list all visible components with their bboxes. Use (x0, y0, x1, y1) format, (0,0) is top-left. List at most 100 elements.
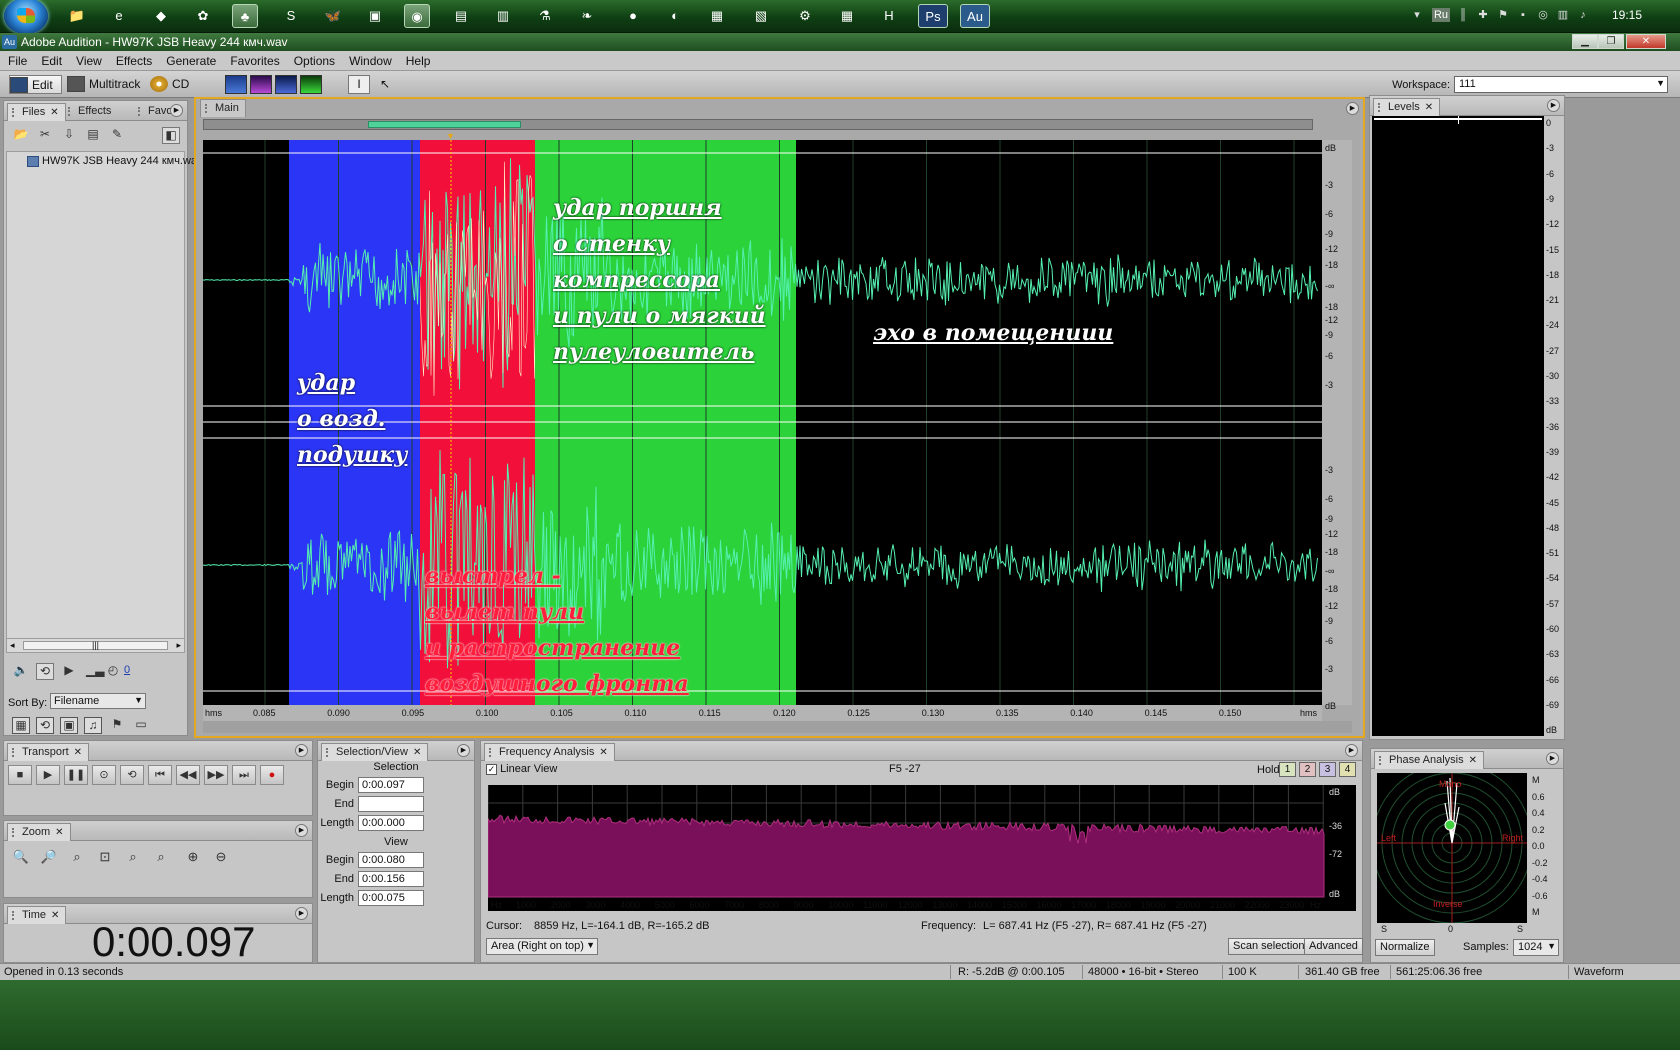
clock[interactable]: 19:15 (1612, 8, 1642, 22)
close-icon[interactable]: ✕ (599, 747, 607, 758)
panel-menu-icon[interactable]: ▶ (170, 104, 183, 117)
tab-frequency-analysis[interactable]: Frequency Analysis ✕ (484, 743, 615, 761)
zoom-left-edge-icon[interactable]: ⌕ (122, 847, 144, 867)
panel-menu-icon[interactable]: ▶ (295, 824, 308, 837)
waveform-display[interactable]: удар о возд. подушку выстрел - вылет пул… (203, 140, 1322, 705)
show-details-icon[interactable]: ◧ (162, 127, 180, 144)
ie-icon[interactable]: e (106, 4, 132, 28)
panel-menu-icon[interactable]: ▶ (1345, 744, 1358, 757)
hold-button-2[interactable]: 2 (1299, 762, 1316, 777)
play-from-cursor-button[interactable]: ⊙ (92, 765, 116, 785)
panel-menu-icon[interactable]: ▶ (1346, 102, 1359, 115)
scrollbar-thumb[interactable]: ||| (23, 641, 168, 650)
photoshop-icon[interactable]: Ps (918, 4, 948, 28)
chevron-right-icon[interactable]: ▸ (176, 640, 181, 651)
tab-time[interactable]: Time ✕ (7, 906, 67, 924)
maximize-button[interactable]: ❐ (1598, 34, 1624, 49)
gear-icon[interactable]: ⚙ (792, 4, 818, 28)
selection-end-field[interactable] (358, 796, 424, 812)
close-icon[interactable]: ✕ (1469, 755, 1477, 766)
app-icon[interactable]: 🦋 (320, 4, 346, 28)
horizontal-scrollbar[interactable]: ◂ ||| ▸ (6, 638, 185, 653)
tab-levels[interactable]: Levels ✕ (1373, 98, 1441, 116)
play-icon[interactable]: ▶ (60, 663, 78, 680)
zoom-in-horizontal-icon[interactable]: 🔍 (10, 847, 32, 867)
selection-length-field[interactable]: 0:00.000 (358, 815, 424, 831)
tab-zoom[interactable]: Zoom ✕ (7, 823, 71, 841)
menu-view[interactable]: View (68, 51, 108, 68)
minimize-button[interactable]: ▁ (1572, 34, 1598, 49)
menu-file[interactable]: File (0, 51, 33, 68)
tab-files[interactable]: Files ✕ (7, 103, 66, 121)
cd-filter-icon[interactable]: ▭ (132, 717, 150, 734)
hold-button-4[interactable]: 4 (1339, 762, 1356, 777)
pan-view-icon[interactable] (275, 75, 297, 94)
skype-icon[interactable]: S (278, 4, 304, 28)
audition-icon[interactable]: Au (2, 35, 17, 49)
sort-by-select[interactable]: Filename ▼ (50, 693, 146, 709)
app-icon[interactable]: ▣ (362, 4, 388, 28)
close-icon[interactable]: ✕ (1425, 102, 1433, 113)
multitrack-view-button[interactable]: Multitrack (67, 75, 140, 94)
cue-filter-icon[interactable]: ⚑ (108, 717, 126, 734)
stop-button[interactable]: ■ (8, 765, 32, 785)
tab-main[interactable]: Main (200, 99, 246, 117)
panel-menu-icon[interactable]: ▶ (295, 744, 308, 757)
volume-value[interactable]: 0 (124, 664, 130, 676)
zoom-out-vertical-icon[interactable]: ⊖ (210, 847, 232, 867)
app-icon[interactable]: ⚗ (532, 4, 558, 28)
explorer-icon[interactable]: 📁 (64, 4, 90, 28)
time-selection-tool-icon[interactable]: I (348, 75, 370, 94)
start-button[interactable] (4, 0, 48, 34)
window-titlebar[interactable]: Au Adobe Audition - HW97K JSB Heavy 244 … (0, 33, 1680, 51)
spectral-view-icon[interactable] (250, 75, 272, 94)
workspace-select[interactable]: 111 ▼ (1454, 76, 1668, 93)
chevron-left-icon[interactable]: ◂ (10, 640, 15, 651)
close-icon[interactable]: ✕ (50, 107, 58, 118)
move-tool-icon[interactable]: ↖ (374, 75, 396, 94)
menu-generate[interactable]: Generate (158, 51, 222, 68)
close-icon[interactable]: ✕ (55, 827, 63, 838)
menu-help[interactable]: Help (398, 51, 437, 68)
app-icon[interactable]: ║ (1456, 8, 1470, 22)
close-file-icon[interactable]: ✂ (36, 127, 54, 144)
tab-selection-view[interactable]: Selection/View ✕ (321, 743, 429, 761)
tab-effects[interactable]: Effects (64, 103, 117, 121)
go-to-start-button[interactable]: ⏮ (148, 765, 172, 785)
advanced-button[interactable]: Advanced (1304, 938, 1363, 955)
app-icon[interactable]: ◐ (662, 4, 688, 28)
panel-menu-icon[interactable]: ▶ (1546, 752, 1559, 765)
overview-bar[interactable] (203, 119, 1313, 130)
close-icon[interactable]: ✕ (413, 747, 421, 758)
menu-effects[interactable]: Effects (108, 51, 158, 68)
language-indicator[interactable]: Ru (1432, 8, 1450, 22)
scan-selection-button[interactable]: Scan selection (1228, 938, 1310, 955)
audition-icon[interactable]: Au (960, 4, 990, 28)
phase-view-icon[interactable] (300, 75, 322, 94)
volume-knob-icon[interactable]: ◴ (104, 663, 122, 680)
cd-view-button[interactable]: CD (150, 75, 189, 94)
panel-menu-icon[interactable]: ▶ (295, 907, 308, 920)
import-icon[interactable]: ⇩ (60, 127, 78, 144)
close-icon[interactable]: ✕ (51, 910, 59, 921)
autoplay-icon[interactable]: 🔈 (12, 663, 30, 680)
zoom-full-icon[interactable]: ⌕ (66, 847, 88, 867)
app-icon[interactable]: ▦ (704, 4, 730, 28)
app-icon[interactable]: ✚ (1476, 8, 1490, 22)
audio-filter-icon[interactable]: ▦ (12, 717, 30, 734)
zoom-out-horizontal-icon[interactable]: 🔎 (38, 847, 60, 867)
waveform-view-icon[interactable] (225, 75, 247, 94)
normalize-button[interactable]: Normalize (1375, 939, 1435, 956)
list-item[interactable]: HW97K JSB Heavy 244 кмч.wav (27, 155, 203, 167)
zoom-selection-icon[interactable]: ⊡ (94, 847, 116, 867)
app-icon[interactable]: ▪ (1516, 8, 1530, 22)
time-ruler[interactable]: hms 0.085 0.090 0.095 0.100 0.105 0.110 0.115 0.… (203, 705, 1322, 721)
volume-slider-icon[interactable]: ▁▃ (86, 663, 104, 680)
loop-filter-icon[interactable]: ⟲ (36, 717, 54, 734)
save-icon[interactable]: ▤ (448, 4, 474, 28)
app-icon[interactable]: ♣ (232, 4, 258, 28)
menu-edit[interactable]: Edit (33, 51, 68, 68)
chevron-down-icon[interactable]: ▾ (1410, 8, 1424, 22)
graph-type-select[interactable]: Area (Right on top) ▼ (486, 938, 598, 955)
linear-view-checkbox[interactable]: ✓ Linear View (486, 763, 557, 775)
